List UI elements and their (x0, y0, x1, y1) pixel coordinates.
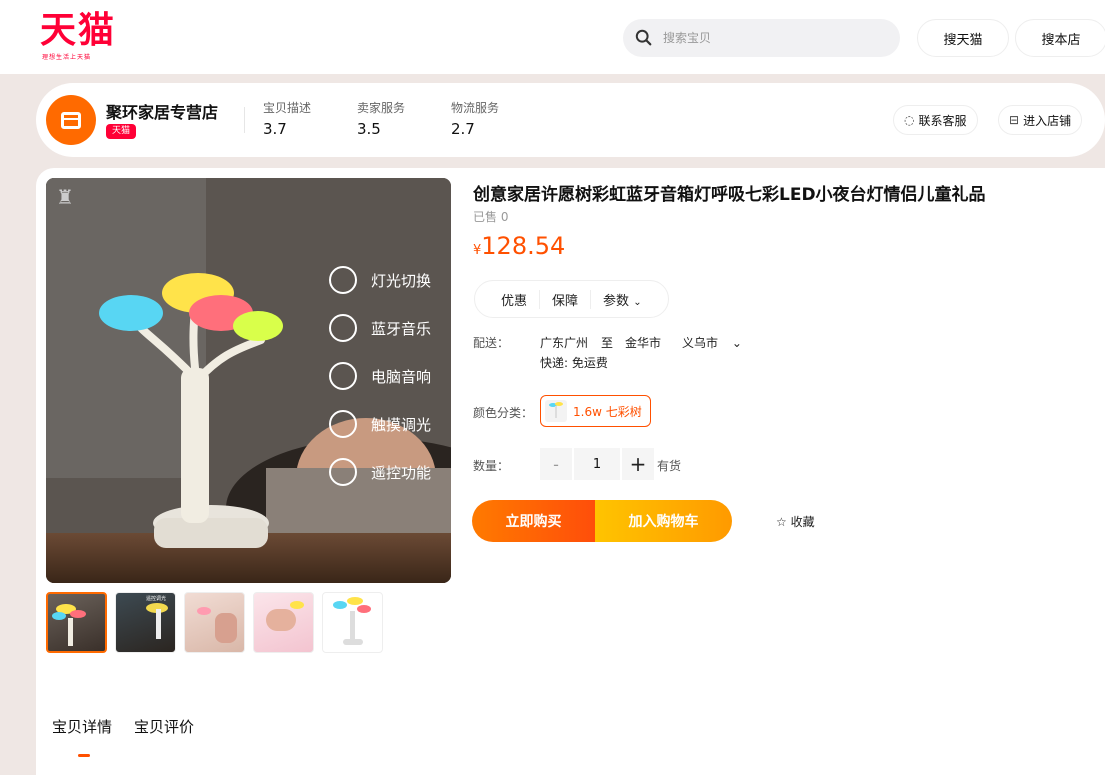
divider (244, 107, 245, 133)
stock-status: 有货 (657, 459, 682, 473)
speaker-icon (329, 362, 357, 390)
quantity-minus-button[interactable]: - (540, 448, 572, 480)
thumbnail-2[interactable]: 遥控调光 (115, 592, 176, 653)
purchase-buttons: 立即购买 加入购物车 (472, 500, 732, 542)
score-value: 3.7 (263, 120, 287, 138)
quantity-input[interactable]: 1 (574, 448, 620, 480)
feature-label: 电脑音响 (371, 367, 432, 386)
feature-label: 灯光切换 (371, 271, 432, 290)
search-input[interactable] (663, 31, 863, 45)
delivery-to-word: 至 (601, 336, 614, 350)
score-label: 宝贝描述 (263, 101, 312, 115)
favorite-button[interactable]: ☆ 收藏 (776, 513, 815, 530)
thumbnail-5[interactable] (322, 592, 383, 653)
bluetooth-icon (329, 314, 357, 342)
score-description: 宝贝描述 3.7 (263, 99, 311, 138)
contact-service-button[interactable]: ◌ 联系客服 (893, 105, 978, 135)
shipping-info: 快递: 免运费 (540, 356, 608, 370)
detail-tabs: 宝贝详情 宝贝评价 (52, 716, 216, 737)
delivery-district[interactable]: 义乌市 ⌄ (682, 334, 742, 351)
quantity-stepper: - 1 + (540, 448, 654, 480)
store-icon: ⊟ (1009, 113, 1020, 127)
tmall-logo[interactable]: 天猫 理想生活上天猫 (40, 10, 130, 66)
price: ¥128.54 (473, 232, 565, 260)
delivery-from: 广东广州 (540, 336, 589, 350)
option-thumbnail (545, 400, 567, 422)
logo-slogan: 理想生活上天猫 (42, 54, 92, 61)
search-icon (635, 29, 652, 46)
enter-shop-button[interactable]: ⊟ 进入店铺 (998, 105, 1083, 135)
quantity-plus-button[interactable]: + (622, 448, 654, 480)
tab-details[interactable]: 宝贝详情 (52, 716, 112, 737)
price-value: 128.54 (481, 232, 566, 260)
thumbnail-overlay-text: 遥控调光 (146, 596, 167, 602)
thumbnail-1[interactable] (46, 592, 107, 653)
search-bar[interactable] (623, 19, 900, 57)
delivery-city[interactable]: 金华市 (625, 334, 661, 351)
score-label: 卖家服务 (357, 101, 406, 115)
quantity-label: 数量： (473, 459, 510, 473)
chevron-down-icon: ⌄ (633, 296, 642, 308)
delivery-label: 配送： (473, 336, 510, 350)
tmall-badge: 天猫 (106, 124, 137, 139)
color-option[interactable]: 1.6w 七彩树 (540, 395, 651, 427)
thumbnail-4[interactable] (253, 592, 314, 653)
score-value: 3.5 (357, 120, 381, 138)
tag-guarantee[interactable]: 保障 (539, 289, 590, 309)
sold-count: 已售 0 (473, 210, 509, 224)
contact-label: 联系客服 (918, 113, 967, 128)
chat-icon: ◌ (904, 113, 915, 127)
score-label: 物流服务 (451, 101, 500, 115)
product-tags: 优惠 保障 参数 ⌄ (474, 280, 669, 318)
active-tab-indicator (78, 754, 90, 757)
search-shop-button[interactable]: 搜本店 (1015, 19, 1105, 57)
tag-params-label: 参数 (603, 293, 630, 309)
color-label: 颜色分类： (473, 406, 534, 420)
feature-list: 灯光切换 蓝牙音乐 电脑音响 触摸调光 遥控功能 (329, 256, 431, 496)
product-title: 创意家居许愿树彩虹蓝牙音箱灯呼吸七彩LED小夜台灯情侣儿童礼品 (473, 185, 986, 205)
thumbnail-list: 遥控调光 (46, 592, 391, 653)
score-value: 2.7 (451, 120, 475, 138)
touch-icon (329, 410, 357, 438)
logo-text: 天猫 (40, 10, 117, 51)
thumbnail-3[interactable] (184, 592, 245, 653)
feature-bluetooth: 蓝牙音乐 (329, 304, 431, 352)
remote-icon (329, 458, 357, 486)
feature-touch: 触摸调光 (329, 400, 431, 448)
tag-params[interactable]: 参数 ⌄ (590, 289, 654, 309)
tag-discount[interactable]: 优惠 (489, 290, 539, 309)
store-bar: 聚环家居专营店 天猫 宝贝描述 3.7 卖家服务 3.5 物流服务 2.7 ◌ … (36, 83, 1105, 157)
feature-label: 触摸调光 (371, 415, 432, 434)
tab-reviews[interactable]: 宝贝评价 (134, 716, 194, 737)
svg-text:♜: ♜ (56, 185, 74, 209)
enter-label: 进入店铺 (1023, 113, 1072, 128)
add-to-cart-button[interactable]: 加入购物车 (595, 500, 732, 542)
color-option-label: 1.6w 七彩树 (573, 404, 642, 419)
feature-speaker: 电脑音响 (329, 352, 431, 400)
feature-label: 蓝牙音乐 (371, 319, 432, 338)
feature-label: 遥控功能 (371, 463, 432, 482)
store-logo[interactable] (46, 95, 96, 145)
product-card: ♜ 灯光切换 蓝牙音乐 电脑音响 触摸调光 遥控功能 遥控调光 创意家居许愿树彩… (36, 168, 1105, 775)
search-tmall-button[interactable]: 搜天猫 (917, 19, 1009, 57)
district-label: 义乌市 (682, 336, 719, 350)
bulb-icon (329, 266, 357, 294)
shop-icon (61, 111, 81, 129)
chevron-down-icon: ⌄ (731, 336, 742, 350)
store-name[interactable]: 聚环家居专营店 (106, 99, 218, 123)
score-service: 卖家服务 3.5 (357, 99, 405, 138)
top-header: 天猫 理想生活上天猫 搜天猫 搜本店 (0, 0, 1105, 74)
buy-now-button[interactable]: 立即购买 (472, 500, 595, 542)
product-main-image[interactable]: ♜ 灯光切换 蓝牙音乐 电脑音响 触摸调光 遥控功能 (46, 178, 451, 583)
favorite-label: 收藏 (790, 515, 815, 529)
feature-remote: 遥控功能 (329, 448, 431, 496)
star-icon: ☆ (776, 515, 787, 529)
score-logistics: 物流服务 2.7 (451, 99, 499, 138)
feature-light: 灯光切换 (329, 256, 431, 304)
